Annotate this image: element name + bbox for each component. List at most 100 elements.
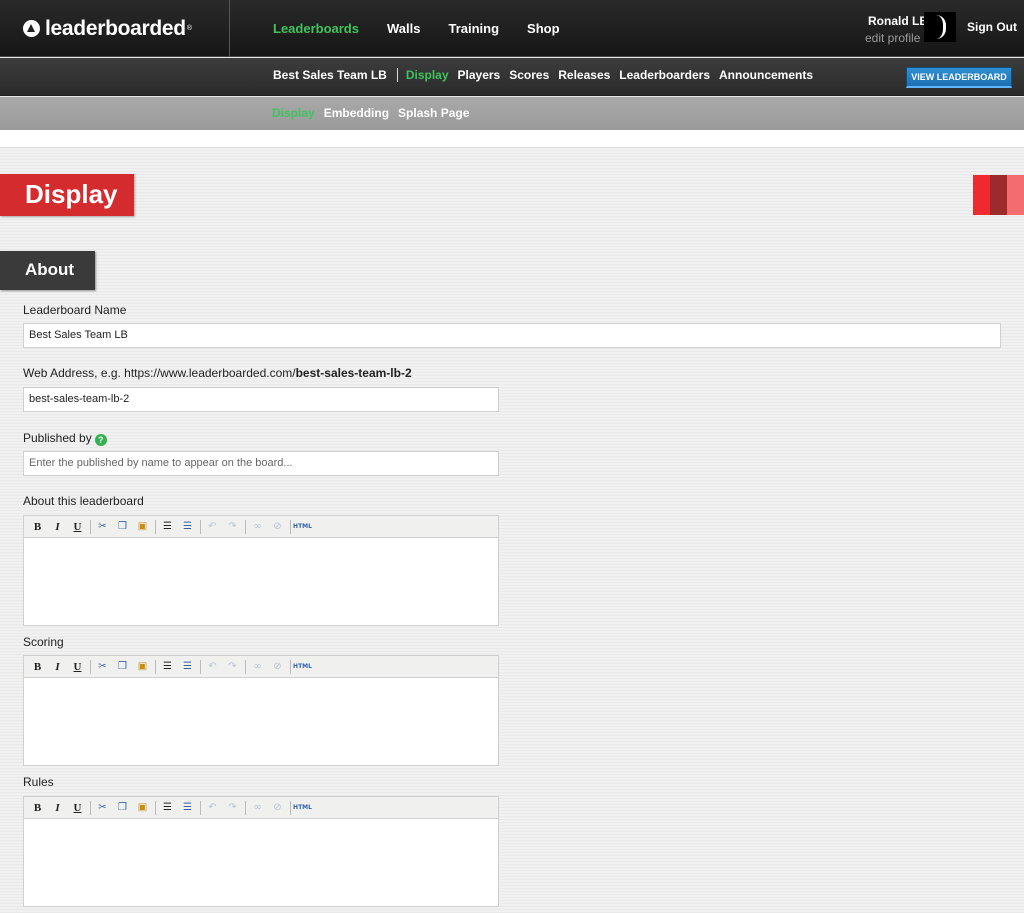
avatar[interactable] <box>924 12 956 42</box>
toolbar-divider <box>245 800 246 815</box>
italic-button[interactable]: I <box>49 519 66 535</box>
toolbar-divider <box>90 659 91 674</box>
nav-leaderboards[interactable]: Leaderboards <box>273 21 359 36</box>
published-by-label: Published by <box>23 431 92 445</box>
view-leaderboard-button[interactable]: VIEW LEADERBOARD <box>906 67 1012 88</box>
toolbar-divider <box>155 519 156 534</box>
html-button[interactable]: HTML <box>293 659 312 675</box>
underline-button[interactable]: U <box>69 800 86 816</box>
nav-shop[interactable]: Shop <box>527 21 560 36</box>
main-nav: Leaderboards Walls Training Shop <box>273 21 588 36</box>
undo-icon[interactable]: ↶ <box>204 519 221 535</box>
underline-button[interactable]: U <box>69 659 86 675</box>
copy-icon[interactable]: ❐ <box>114 659 131 675</box>
rules-editor[interactable]: B I U ✂ ❐ ▣ ☰ ☰ ↶ ↷ ∞ ⊘ HTML <box>23 796 499 907</box>
copy-icon[interactable]: ❐ <box>114 800 131 816</box>
html-button[interactable]: HTML <box>293 519 312 535</box>
paste-icon[interactable]: ▣ <box>134 659 151 675</box>
subnav-display[interactable]: Display <box>406 68 449 82</box>
help-icon[interactable]: ? <box>94 434 107 446</box>
toolbar-divider <box>200 659 201 674</box>
unlink-icon[interactable]: ⊘ <box>269 519 286 535</box>
toolbar-divider <box>90 519 91 534</box>
italic-button[interactable]: I <box>49 800 66 816</box>
editor-toolbar: B I U ✂ ❐ ▣ ☰ ☰ ↶ ↷ ∞ ⊘ HTML <box>24 516 498 538</box>
bold-button[interactable]: B <box>29 800 46 816</box>
nav-training[interactable]: Training <box>448 21 499 36</box>
unlink-icon[interactable]: ⊘ <box>269 659 286 675</box>
toolbar-divider <box>155 800 156 815</box>
subnav-players[interactable]: Players <box>458 68 501 82</box>
tab-splash-page[interactable]: Splash Page <box>398 106 469 120</box>
web-address-label: Web Address, e.g. https://www.leaderboar… <box>23 366 412 380</box>
toolbar-divider <box>200 519 201 534</box>
brand-name: leaderboarded <box>45 16 186 40</box>
leaderboard-name-link[interactable]: Best Sales Team LB <box>273 68 387 82</box>
scoring-label: Scoring <box>23 635 64 649</box>
bullet-list-icon[interactable]: ☰ <box>159 800 176 816</box>
unlink-icon[interactable]: ⊘ <box>269 800 286 816</box>
scoring-editor[interactable]: B I U ✂ ❐ ▣ ☰ ☰ ↶ ↷ ∞ ⊘ HTML <box>23 655 499 766</box>
edit-profile-link[interactable]: edit profile <box>865 31 920 45</box>
header-divider <box>0 130 1024 148</box>
about-label: About this leaderboard <box>23 494 144 508</box>
bullet-list-icon[interactable]: ☰ <box>159 519 176 535</box>
toolbar-divider <box>245 519 246 534</box>
about-editor[interactable]: B I U ✂ ❐ ▣ ☰ ☰ ↶ ↷ ∞ ⊘ HTML <box>23 515 499 626</box>
registered-mark: ® <box>186 25 192 32</box>
redo-icon[interactable]: ↷ <box>224 800 241 816</box>
editor-toolbar: B I U ✂ ❐ ▣ ☰ ☰ ↶ ↷ ∞ ⊘ HTML <box>24 656 498 678</box>
redo-icon[interactable]: ↷ <box>224 659 241 675</box>
html-button[interactable]: HTML <box>293 800 312 816</box>
toolbar-divider <box>245 659 246 674</box>
italic-button[interactable]: I <box>49 659 66 675</box>
nav-walls[interactable]: Walls <box>387 21 420 36</box>
numbered-list-icon[interactable]: ☰ <box>179 800 196 816</box>
undo-icon[interactable]: ↶ <box>204 800 221 816</box>
link-icon[interactable]: ∞ <box>249 800 266 816</box>
subnav-leaderboarders[interactable]: Leaderboarders <box>619 68 710 82</box>
bold-button[interactable]: B <box>29 519 46 535</box>
toolbar-divider <box>290 659 291 674</box>
published-by-input[interactable]: Enter the published by name to appear on… <box>23 451 499 476</box>
web-address-label-slug: best-sales-team-lb-2 <box>295 366 412 380</box>
subnav-releases[interactable]: Releases <box>558 68 610 82</box>
nav-divider <box>396 68 398 82</box>
scissors-icon[interactable]: ✂ <box>94 659 111 675</box>
subnav-announcements[interactable]: Announcements <box>719 68 813 82</box>
display-subnav: Display Embedding Splash Page <box>0 97 1024 130</box>
user-name[interactable]: Ronald LB <box>868 14 928 28</box>
sign-out-link[interactable]: Sign Out <box>967 20 1017 34</box>
web-address-input[interactable]: best-sales-team-lb-2 <box>23 387 499 412</box>
leaderboard-name-label: Leaderboard Name <box>23 303 127 317</box>
numbered-list-icon[interactable]: ☰ <box>179 519 196 535</box>
toolbar-divider <box>90 800 91 815</box>
scissors-icon[interactable]: ✂ <box>94 800 111 816</box>
undo-icon[interactable]: ↶ <box>204 659 221 675</box>
link-icon[interactable]: ∞ <box>249 519 266 535</box>
leaderboard-nav: Best Sales Team LB Display Players Score… <box>0 58 1024 96</box>
numbered-list-icon[interactable]: ☰ <box>179 659 196 675</box>
rules-label: Rules <box>23 775 54 789</box>
bullet-list-icon[interactable]: ☰ <box>159 659 176 675</box>
subnav-scores[interactable]: Scores <box>509 68 549 82</box>
underline-button[interactable]: U <box>69 519 86 535</box>
bold-button[interactable]: B <box>29 659 46 675</box>
paste-icon[interactable]: ▣ <box>134 800 151 816</box>
paste-icon[interactable]: ▣ <box>134 519 151 535</box>
top-bar: leaderboarded ® Leaderboards Walls Train… <box>0 0 1024 57</box>
copy-icon[interactable]: ❐ <box>114 519 131 535</box>
tab-display[interactable]: Display <box>272 106 315 120</box>
editor-toolbar: B I U ✂ ❐ ▣ ☰ ☰ ↶ ↷ ∞ ⊘ HTML <box>24 797 498 819</box>
published-by-label-row: Published by? <box>23 431 107 446</box>
decorative-bars <box>973 175 1024 215</box>
toolbar-divider <box>200 800 201 815</box>
scissors-icon[interactable]: ✂ <box>94 519 111 535</box>
brand-logo[interactable]: leaderboarded ® <box>0 0 230 57</box>
leaderboard-name-input[interactable]: Best Sales Team LB <box>23 323 1001 348</box>
redo-icon[interactable]: ↷ <box>224 519 241 535</box>
link-icon[interactable]: ∞ <box>249 659 266 675</box>
tab-embedding[interactable]: Embedding <box>324 106 389 120</box>
toolbar-divider <box>155 659 156 674</box>
logo-mark-icon <box>23 20 40 37</box>
